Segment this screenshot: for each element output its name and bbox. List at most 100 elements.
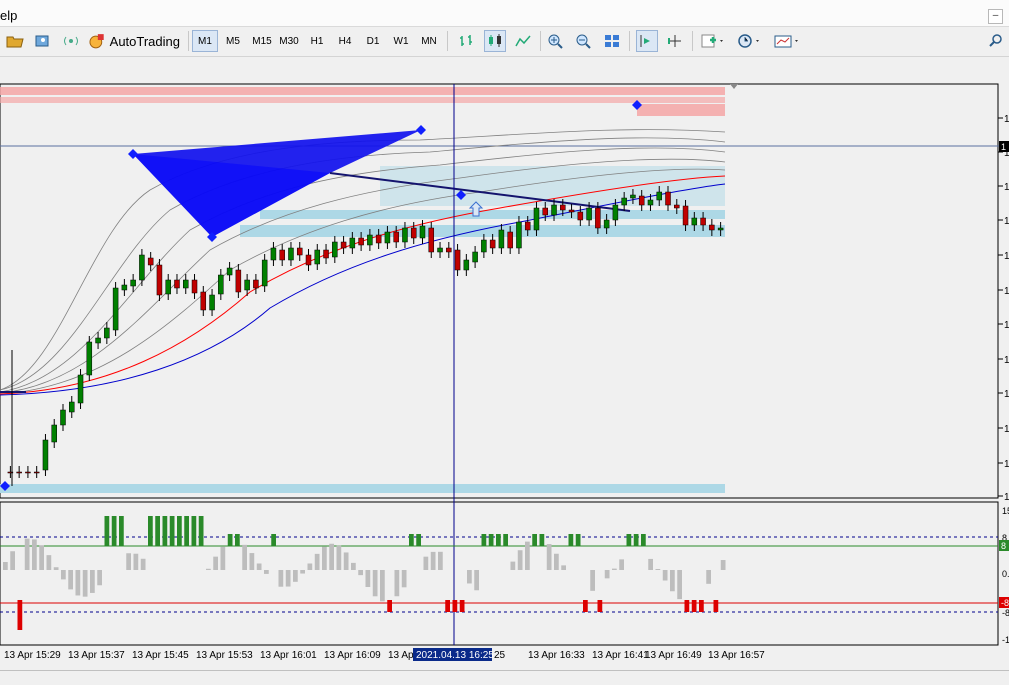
- indicators-icon[interactable]: [698, 30, 728, 52]
- chart-window[interactable]: 11111111111111580.-8-18-813 Apr 15:2913 …: [0, 80, 1009, 670]
- chart-shift-icon[interactable]: [664, 30, 686, 52]
- timeframe-m30-button[interactable]: M30: [276, 30, 302, 52]
- candle-body: [33, 471, 40, 474]
- support-zone: [240, 225, 725, 237]
- histogram-bar: [169, 516, 175, 546]
- periods-icon[interactable]: [734, 30, 764, 52]
- candle-body: [481, 239, 487, 253]
- histogram-bar: [713, 600, 719, 612]
- histogram-bar: [481, 534, 487, 546]
- histogram-bar: [68, 570, 73, 590]
- histogram-bar: [684, 600, 690, 612]
- histogram-bar: [39, 545, 44, 570]
- histogram-bar: [343, 552, 349, 570]
- histogram-bar: [517, 550, 523, 570]
- candle-body: [638, 195, 645, 206]
- zoom-in-icon[interactable]: [545, 30, 567, 52]
- histogram-bar: [670, 570, 675, 592]
- resistance-zone: [0, 87, 725, 95]
- candle-body: [560, 204, 566, 211]
- candle-body: [332, 241, 338, 258]
- candle-body: [647, 199, 654, 206]
- candle-body: [410, 227, 417, 239]
- candle-body: [139, 254, 145, 281]
- timeframe-d1-button[interactable]: D1: [360, 30, 386, 52]
- candle-body: [674, 204, 680, 209]
- histogram-bar: [307, 563, 313, 570]
- candle-body: [305, 254, 312, 266]
- candle-body: [244, 279, 250, 291]
- price-axis-label: 1: [1004, 320, 1009, 331]
- candle-body: [86, 341, 93, 376]
- search-icon[interactable]: [986, 30, 1006, 52]
- indicator-marker-label: -8: [1001, 598, 1009, 608]
- histogram-bar: [140, 558, 146, 570]
- autotrading-button[interactable]: AutoTrading: [88, 30, 180, 52]
- histogram-bar: [452, 600, 458, 612]
- histogram-bar: [358, 570, 363, 576]
- indicator-axis-label: -8: [1002, 608, 1009, 618]
- folder-icon[interactable]: [4, 30, 26, 52]
- candle-body: [77, 374, 84, 404]
- candle-body: [349, 237, 356, 249]
- timeframe-mn-button[interactable]: MN: [416, 30, 442, 52]
- profiles-icon[interactable]: [32, 30, 54, 52]
- zoom-out-icon[interactable]: [573, 30, 595, 52]
- histogram-bar: [285, 570, 291, 587]
- price-axis-label: 1: [1004, 424, 1009, 435]
- timeframe-w1-button[interactable]: W1: [388, 30, 414, 52]
- histogram-bar: [365, 570, 371, 587]
- histogram-bar: [633, 534, 639, 546]
- price-axis-label: 1: [1004, 459, 1009, 470]
- timeframe-h1-button[interactable]: H1: [304, 30, 330, 52]
- templates-icon[interactable]: [771, 30, 803, 52]
- histogram-bar: [133, 553, 139, 570]
- candle-body: [16, 471, 22, 474]
- timeframe-h4-button[interactable]: H4: [332, 30, 358, 52]
- histogram-bar: [720, 560, 726, 570]
- timeframe-m5-button[interactable]: M5: [220, 30, 246, 52]
- histogram-bar: [496, 534, 501, 546]
- minimize-button[interactable]: –: [988, 9, 1003, 24]
- candle-body: [375, 234, 382, 244]
- histogram-bar: [155, 516, 160, 546]
- histogram-bar: [75, 570, 81, 596]
- histogram-bar: [401, 570, 407, 588]
- autotrading-icon: [89, 34, 104, 49]
- histogram-bar: [191, 516, 197, 546]
- histogram-bar: [235, 534, 240, 546]
- price-chart[interactable]: 11111111111111580.-8-18-813 Apr 15:2913 …: [0, 80, 1009, 670]
- line-chart-icon[interactable]: [512, 30, 534, 52]
- histogram-bar: [641, 534, 646, 546]
- autoscroll-icon[interactable]: [636, 30, 658, 52]
- candle-body: [51, 424, 57, 443]
- signal-icon[interactable]: [60, 30, 82, 52]
- candle-body: [323, 249, 329, 259]
- candle-body: [279, 249, 285, 261]
- candle-body: [542, 207, 548, 216]
- candle-body: [682, 205, 689, 226]
- timeframe-m1-button[interactable]: M1: [192, 30, 218, 52]
- candlestick-icon[interactable]: [484, 30, 506, 52]
- histogram-bar: [423, 556, 429, 570]
- histogram-bar: [568, 534, 574, 546]
- histogram-bar: [662, 570, 668, 581]
- histogram-bar: [648, 558, 653, 570]
- bar-chart-icon[interactable]: [456, 30, 478, 52]
- menu-help[interactable]: elp: [0, 8, 17, 23]
- candle-body: [437, 247, 443, 253]
- candle-body: [507, 231, 513, 249]
- candle-body: [209, 294, 215, 311]
- price-axis-label: 1: [1004, 251, 1009, 262]
- histogram-bar: [220, 546, 226, 570]
- candle-body: [384, 231, 391, 244]
- candle-body: [586, 207, 592, 221]
- timeframe-m15-button[interactable]: M15: [248, 30, 276, 52]
- histogram-bar: [90, 570, 95, 593]
- histogram-bar: [256, 563, 262, 570]
- candle-body: [235, 269, 242, 293]
- histogram-bar: [148, 516, 153, 546]
- tile-windows-icon[interactable]: [601, 30, 623, 52]
- candle-body: [314, 249, 321, 265]
- candle-body: [524, 221, 531, 231]
